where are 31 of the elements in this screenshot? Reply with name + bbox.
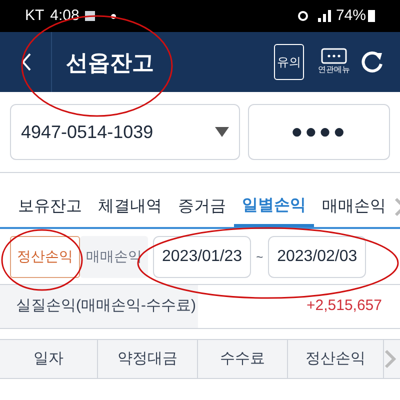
column-header: 약정대금 xyxy=(98,340,198,378)
column-header: 정산손익 xyxy=(288,340,384,378)
column-header: 일자 xyxy=(0,340,98,378)
chevron-right-icon[interactable] xyxy=(384,349,396,369)
tab[interactable]: 증거금 xyxy=(170,187,234,227)
carrier-text: KT xyxy=(25,6,44,26)
clock-text: 4:08 xyxy=(50,6,80,26)
range-separator: ~ xyxy=(256,248,264,266)
toggle-option[interactable]: 매매손익 xyxy=(80,236,148,278)
page-title: 선옵잔고 xyxy=(66,48,154,76)
battery-icon xyxy=(368,10,375,22)
end-date-field[interactable]: 2023/02/03 xyxy=(268,236,366,278)
password-field[interactable]: ●●●● xyxy=(248,104,390,160)
chevron-right-icon[interactable] xyxy=(394,197,400,217)
start-date-field[interactable]: 2023/01/23 xyxy=(153,236,252,278)
tab[interactable]: 일별손익 xyxy=(234,187,314,227)
signal-icon xyxy=(318,10,332,22)
caret-icon xyxy=(215,127,229,137)
toggle-option[interactable]: 정산손익 xyxy=(10,236,80,278)
column-header: 수수료 xyxy=(198,340,288,378)
summary-label: 실질손익(매매손익-수수료) xyxy=(0,285,198,328)
tab[interactable]: 보유잔고 xyxy=(10,187,90,227)
battery-text: 74% xyxy=(336,6,366,26)
account-dropdown[interactable]: 4947-0514-1039 xyxy=(10,104,240,160)
tab[interactable]: 체결내역 xyxy=(90,187,170,227)
tab[interactable]: 매매손익 xyxy=(314,187,394,227)
refresh-button[interactable] xyxy=(360,49,384,75)
notice-button[interactable]: 유의 xyxy=(274,44,304,80)
alarm-icon xyxy=(298,11,308,21)
related-menu-button[interactable]: 연관메뉴 xyxy=(318,48,350,76)
summary-value: +2,515,657 xyxy=(306,296,383,316)
